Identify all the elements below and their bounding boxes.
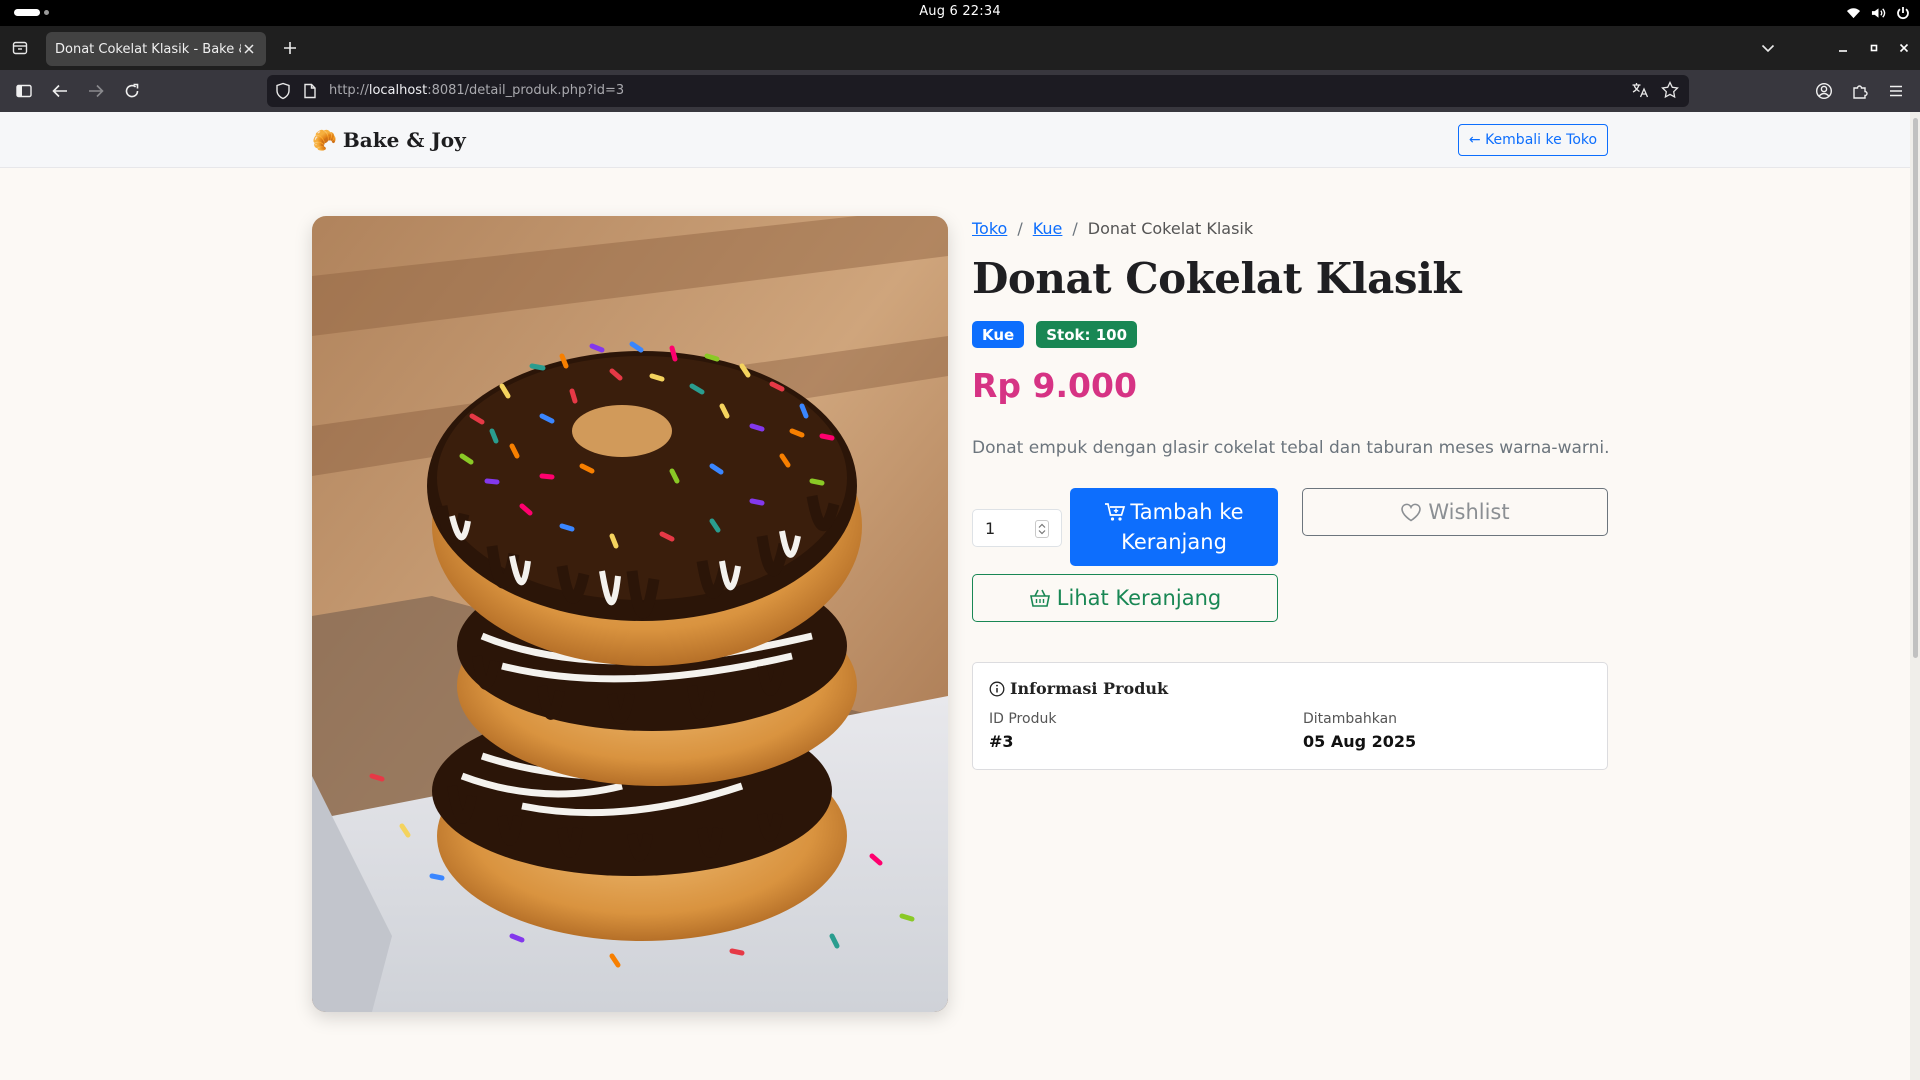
info-id-value: #3 [989, 732, 1014, 751]
info-added-value: 05 Aug 2025 [1303, 732, 1417, 751]
browser-tab-strip: Donat Cokelat Klasik - Bake & Joy [0, 26, 1920, 70]
new-tab-button[interactable] [279, 37, 301, 59]
info-id-label: ID Produk [989, 711, 1057, 727]
product-badges: Kue Stok: 100 [972, 321, 1138, 348]
page-icon[interactable] [303, 83, 317, 103]
info-circle-icon [989, 681, 1005, 696]
quantity-stepper[interactable]: 1 [972, 509, 1062, 547]
shield-icon[interactable] [275, 82, 291, 104]
hamburger-menu-icon [1890, 85, 1902, 97]
basket-icon [1029, 589, 1050, 607]
brand-logo[interactable]: 🥐 Bake & Joy [312, 128, 466, 152]
volume-icon [1871, 6, 1886, 20]
tab-list-dropdown[interactable] [1756, 36, 1780, 60]
add-to-cart-label-line2: Keranjang [1121, 530, 1227, 554]
reload-button[interactable] [120, 79, 144, 103]
system-clock[interactable]: Aug 6 22:34 [0, 4, 1920, 19]
plus-icon [284, 42, 296, 54]
breadcrumb: Toko / Kue / Donat Cokelat Klasik [972, 219, 1253, 238]
breadcrumb-separator: / [1072, 219, 1078, 238]
view-cart-button[interactable]: Lihat Keranjang [972, 574, 1278, 622]
account-icon [1815, 82, 1833, 100]
reload-icon [125, 83, 139, 98]
translate-icon[interactable] [1631, 81, 1649, 103]
tab-title: Donat Cokelat Klasik - Bake & Joy [55, 41, 241, 57]
breadcrumb-current: Donat Cokelat Klasik [1087, 219, 1254, 238]
quantity-value: 1 [985, 518, 996, 538]
url-host: localhost [368, 83, 428, 98]
tab-close-button[interactable] [240, 40, 258, 58]
system-top-bar: Aug 6 22:34 [0, 0, 1920, 26]
web-page: 🥐 Bake & Joy ← Kembali ke Toko Toko / Ku… [0, 112, 1920, 1080]
tab-overview-button[interactable] [8, 36, 32, 60]
spinner-icon [1038, 523, 1046, 535]
back-button[interactable] [48, 79, 72, 103]
product-image [312, 216, 948, 1012]
minimize-icon [1839, 50, 1847, 52]
info-heading-text: Informasi Produk [1010, 679, 1169, 698]
account-button[interactable] [1812, 79, 1836, 103]
cart-plus-icon [1105, 503, 1126, 521]
product-info-card: Informasi Produk ID Produk #3 Ditambahka… [972, 662, 1608, 770]
donut-photo [312, 216, 948, 1012]
breadcrumb-link-toko[interactable]: Toko [972, 219, 1007, 238]
stock-badge: Stok: 100 [1036, 321, 1138, 348]
breadcrumb-separator: / [1017, 219, 1023, 238]
address-bar[interactable]: http://localhost:8081/detail_produk.php?… [267, 75, 1689, 107]
info-id-column: ID Produk #3 [989, 711, 1056, 751]
scrollbar-thumb[interactable] [1913, 118, 1918, 658]
system-tray[interactable] [1846, 3, 1910, 23]
site-header: 🥐 Bake & Joy ← Kembali ke Toko [0, 112, 1920, 168]
info-added-label: Ditambahkan [1303, 711, 1398, 727]
category-badge: Kue [972, 321, 1025, 348]
wishlist-label: Wishlist [1428, 500, 1510, 524]
sidebar-icon [16, 84, 32, 98]
puzzle-icon [1853, 85, 1868, 99]
url-path: :8081/detail_produk.php?id=3 [427, 83, 625, 98]
arrow-left-icon [52, 84, 67, 98]
spinner-arrows[interactable] [1035, 520, 1049, 538]
maximize-icon [1870, 44, 1878, 52]
browser-nav-toolbar: http://localhost:8081/detail_produk.php?… [0, 70, 1920, 112]
brand-name: Bake & Joy [342, 128, 466, 152]
page-scrollbar[interactable] [1910, 112, 1920, 1080]
breadcrumb-link-kue[interactable]: Kue [1033, 219, 1063, 238]
extensions-button[interactable] [1848, 79, 1872, 103]
tab-active[interactable]: Donat Cokelat Klasik - Bake & Joy [46, 32, 266, 66]
sidebar-toggle-button[interactable] [12, 79, 36, 103]
url-text[interactable]: http://localhost:8081/detail_produk.php?… [329, 83, 624, 98]
app-menu-button[interactable] [1884, 79, 1908, 103]
chevron-down-icon [1761, 44, 1775, 53]
back-to-shop-button[interactable]: ← Kembali ke Toko [1458, 124, 1608, 156]
product-price: Rp 9.000 [972, 366, 1137, 405]
close-icon [1899, 43, 1909, 53]
product-title: Donat Cokelat Klasik [972, 254, 1462, 303]
croissant-icon: 🥐 [312, 128, 337, 152]
info-heading: Informasi Produk [989, 679, 1168, 698]
add-to-cart-button[interactable]: Tambah ke Keranjang [1070, 488, 1278, 566]
forward-button[interactable] [84, 79, 108, 103]
close-icon [244, 44, 254, 54]
add-to-cart-label-line1: Tambah ke [1130, 500, 1244, 524]
power-icon [1896, 6, 1910, 20]
url-scheme: http:// [329, 83, 369, 98]
maximize-button[interactable] [1862, 36, 1886, 60]
wifi-icon [1846, 6, 1861, 20]
wishlist-button[interactable]: Wishlist [1302, 488, 1608, 536]
bookmark-star-icon[interactable] [1661, 80, 1679, 103]
arrow-right-icon [89, 84, 104, 98]
info-added-column: Ditambahkan 05 Aug 2025 [1303, 711, 1416, 751]
close-window-button[interactable] [1892, 36, 1916, 60]
minimize-button[interactable] [1831, 36, 1855, 60]
view-cart-label: Lihat Keranjang [1056, 586, 1222, 610]
product-description: Donat empuk dengan glasir cokelat tebal … [972, 438, 1610, 458]
heart-icon [1401, 503, 1422, 522]
tab-overview-icon [12, 41, 28, 55]
